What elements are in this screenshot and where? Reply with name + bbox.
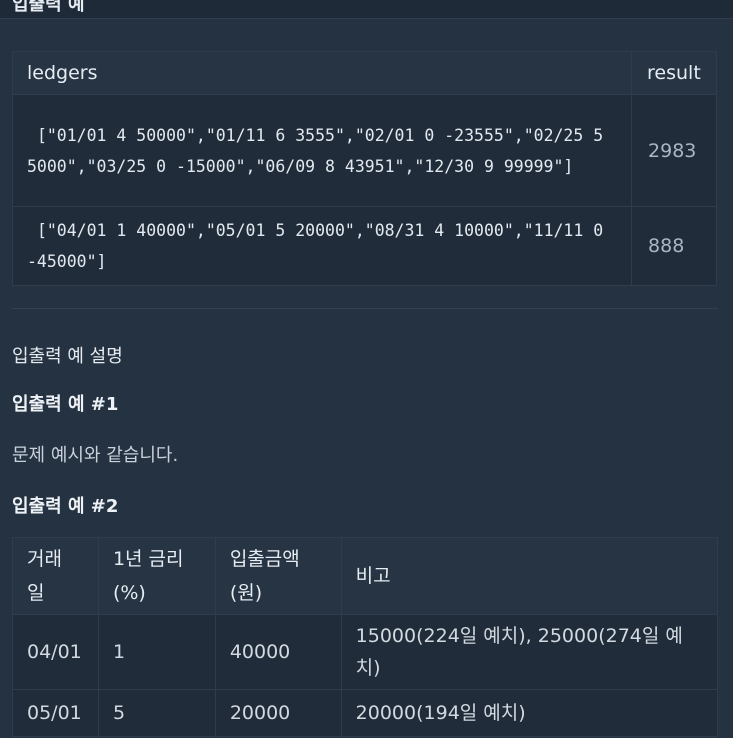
amount-cell: 20000 <box>214 689 342 737</box>
result-cell: 888 <box>631 206 717 286</box>
ledgers-cell: ["01/01 4 50000","01/11 6 3555","02/01 0… <box>11 94 633 207</box>
header-ledgers: ledgers <box>11 51 633 95</box>
date-cell: 05/01 <box>12 689 99 737</box>
ledgers-cell: ["04/01 1 40000","05/01 5 20000","08/31 … <box>11 206 633 286</box>
rate-cell: 5 <box>97 689 216 737</box>
io-table-header: ledgers result <box>11 51 717 95</box>
top-strip: 입출력 예 <box>0 0 733 19</box>
amount-cell: 40000 <box>214 614 342 690</box>
table-row: ["04/01 1 40000","05/01 5 20000","08/31 … <box>11 206 717 286</box>
result-cell: 2983 <box>631 94 717 207</box>
note-cell: 15000(224일 예치), 25000(274일 예치) <box>340 614 719 690</box>
header-interest-rate: 1년 금리(%) <box>97 537 216 615</box>
example1-heading: 입출력 예 #1 <box>12 394 119 415</box>
header-trade-date: 거래일 <box>12 537 99 615</box>
header-amount: 입출금액(원) <box>214 537 342 615</box>
rate-cell: 1 <box>97 614 216 690</box>
note-cell: 20000(194일 예치) <box>340 689 719 737</box>
header-result: result <box>631 51 717 95</box>
page: 입출력 예 ledgers result ["01/01 4 50000","0… <box>0 0 733 738</box>
io-example-table: ledgers result ["01/01 4 50000","01/11 6… <box>11 51 717 286</box>
info-table-header: 거래일 1년 금리(%) 입출금액(원) 비고 <box>12 537 719 615</box>
example2-heading: 입출력 예 #2 <box>12 496 119 517</box>
example1-text: 문제 예시와 같습니다. <box>12 445 179 466</box>
section-divider <box>12 308 718 309</box>
date-cell: 04/01 <box>12 614 99 690</box>
explanation-title: 입출력 예 설명 <box>12 346 123 367</box>
table-row: 05/01 5 20000 20000(194일 예치) <box>12 689 719 737</box>
table-row: 04/01 1 40000 15000(224일 예치), 25000(274일… <box>12 614 719 690</box>
io-example-heading: 입출력 예 <box>12 0 85 15</box>
deposit-info-table: 거래일 1년 금리(%) 입출금액(원) 비고 04/01 1 40000 15… <box>12 537 719 737</box>
table-row: ["01/01 4 50000","01/11 6 3555","02/01 0… <box>11 94 717 207</box>
header-note: 비고 <box>340 537 719 615</box>
